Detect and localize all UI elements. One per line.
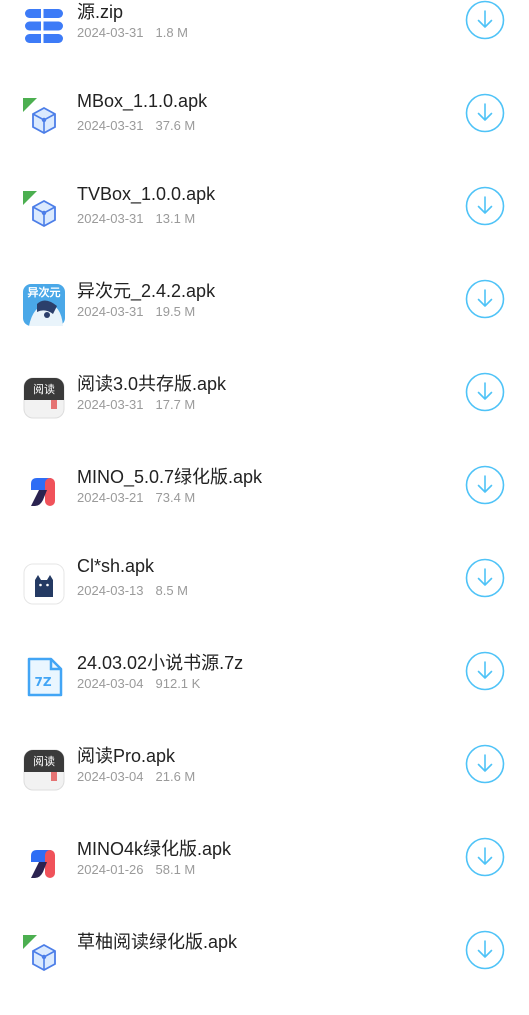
file-size: 17.7 M	[155, 397, 196, 412]
download-button[interactable]	[465, 558, 505, 598]
file-name: MBox_1.1.0.apk	[77, 91, 208, 111]
apk-box-icon	[23, 935, 65, 977]
download-icon	[465, 558, 505, 598]
file-meta: 2024-03-21 73.4 M	[77, 490, 195, 505]
file-date: 2024-03-31	[77, 397, 144, 412]
file-name: 草柚阅读绿化版.apk	[77, 932, 238, 952]
file-meta: 2024-01-26 58.1 M	[77, 862, 195, 877]
file-size: 912.1 K	[155, 676, 201, 691]
file-size: 21.6 M	[155, 769, 196, 784]
download-button[interactable]	[465, 93, 505, 133]
download-icon	[465, 651, 505, 691]
apk-box-icon	[23, 98, 65, 140]
download-button[interactable]	[465, 279, 505, 319]
file-meta: 2024-03-31 17.7 M	[77, 397, 195, 412]
file-name: 源.zip	[77, 2, 124, 22]
file-size: 37.6 M	[155, 118, 196, 133]
download-icon	[465, 372, 505, 412]
download-button[interactable]	[465, 372, 505, 412]
download-button[interactable]	[465, 837, 505, 877]
file-size: 13.1 M	[155, 211, 196, 226]
svg-text:7Z: 7Z	[34, 675, 51, 689]
file-date: 2024-03-31	[77, 211, 144, 226]
file-name: Cl*sh.apk	[77, 556, 155, 576]
file-date: 2024-03-31	[77, 304, 144, 319]
svg-text:阅读: 阅读	[33, 754, 55, 768]
cat-app-icon	[23, 563, 65, 605]
file-row[interactable]: 阅读 阅读3.0共存版.apk 2024-03-31 17.7 M	[0, 364, 529, 457]
file-size: 19.5 M	[155, 304, 196, 319]
file-row[interactable]: MINO4k绿化版.apk 2024-01-26 58.1 M	[0, 829, 529, 922]
file-row[interactable]: 异次元 异次元_2.4.2.apk 2024-03-31 19.5 M	[0, 271, 529, 364]
file-date: 2024-03-31	[77, 118, 144, 133]
download-icon	[465, 93, 505, 133]
file-date: 2024-03-13	[77, 583, 144, 598]
download-icon	[465, 186, 505, 226]
download-button[interactable]	[465, 186, 505, 226]
file-size: 1.8 M	[155, 25, 189, 40]
file-meta: 2024-03-31 19.5 M	[77, 304, 195, 319]
file-name: TVBox_1.0.0.apk	[77, 184, 216, 204]
file-date: 2024-03-31	[77, 25, 144, 40]
file-row[interactable]: MBox_1.1.0.apk 2024-03-31 37.6 M	[0, 85, 529, 178]
file-date: 2024-03-21	[77, 490, 144, 505]
yuedu-app-icon: 阅读	[23, 749, 65, 791]
svg-text:阅读: 阅读	[33, 382, 55, 396]
file-size: 58.1 M	[155, 862, 196, 877]
download-button[interactable]	[465, 930, 505, 970]
database-zip-icon	[23, 5, 65, 47]
file-meta: 2024-03-13 8.5 M	[77, 583, 188, 598]
file-row[interactable]: MINO_5.0.7绿化版.apk 2024-03-21 73.4 M	[0, 457, 529, 550]
download-icon	[465, 0, 505, 40]
file-meta: 2024-03-04 912.1 K	[77, 676, 200, 691]
file-row[interactable]: 阅读 阅读Pro.apk 2024-03-04 21.6 M	[0, 736, 529, 829]
file-row[interactable]: 草柚阅读绿化版.apk	[0, 922, 529, 1015]
yiciyuan-app-icon: 异次元	[23, 284, 65, 326]
file-size: 8.5 M	[155, 583, 189, 598]
file-size: 73.4 M	[155, 490, 196, 505]
file-name: 24.03.02小说书源.7z	[77, 653, 244, 673]
file-name: MINO4k绿化版.apk	[77, 839, 232, 859]
file-row[interactable]: 7Z 24.03.02小说书源.7z 2024-03-04 912.1 K	[0, 643, 529, 736]
apk-box-icon	[23, 191, 65, 233]
download-icon	[465, 744, 505, 784]
file-date: 2024-01-26	[77, 862, 144, 877]
file-row[interactable]: 源.zip 2024-03-31 1.8 M	[0, 0, 529, 85]
file-meta: 2024-03-31 13.1 M	[77, 211, 195, 226]
download-button[interactable]	[465, 465, 505, 505]
mino-app-icon	[23, 470, 65, 512]
file-row[interactable]: Cl*sh.apk 2024-03-13 8.5 M	[0, 550, 529, 643]
download-icon	[465, 465, 505, 505]
yuedu-app-icon: 阅读	[23, 377, 65, 419]
file-meta: 2024-03-31 1.8 M	[77, 25, 188, 40]
mino-app-icon	[23, 842, 65, 884]
file-row[interactable]: TVBox_1.0.0.apk 2024-03-31 13.1 M	[0, 178, 529, 271]
file-meta	[77, 955, 89, 970]
file-name: MINO_5.0.7绿化版.apk	[77, 467, 263, 487]
download-icon	[465, 837, 505, 877]
file-meta: 2024-03-04 21.6 M	[77, 769, 195, 784]
download-button[interactable]	[465, 0, 505, 40]
file-date: 2024-03-04	[77, 769, 144, 784]
7z-file-icon: 7Z	[23, 656, 65, 698]
file-date: 2024-03-04	[77, 676, 144, 691]
file-name: 阅读3.0共存版.apk	[77, 374, 227, 394]
file-name: 阅读Pro.apk	[77, 746, 176, 766]
download-icon	[465, 279, 505, 319]
download-button[interactable]	[465, 744, 505, 784]
download-button[interactable]	[465, 651, 505, 691]
file-meta: 2024-03-31 37.6 M	[77, 118, 195, 133]
download-icon	[465, 930, 505, 970]
svg-text:异次元: 异次元	[28, 285, 61, 299]
file-name: 异次元_2.4.2.apk	[77, 281, 216, 301]
